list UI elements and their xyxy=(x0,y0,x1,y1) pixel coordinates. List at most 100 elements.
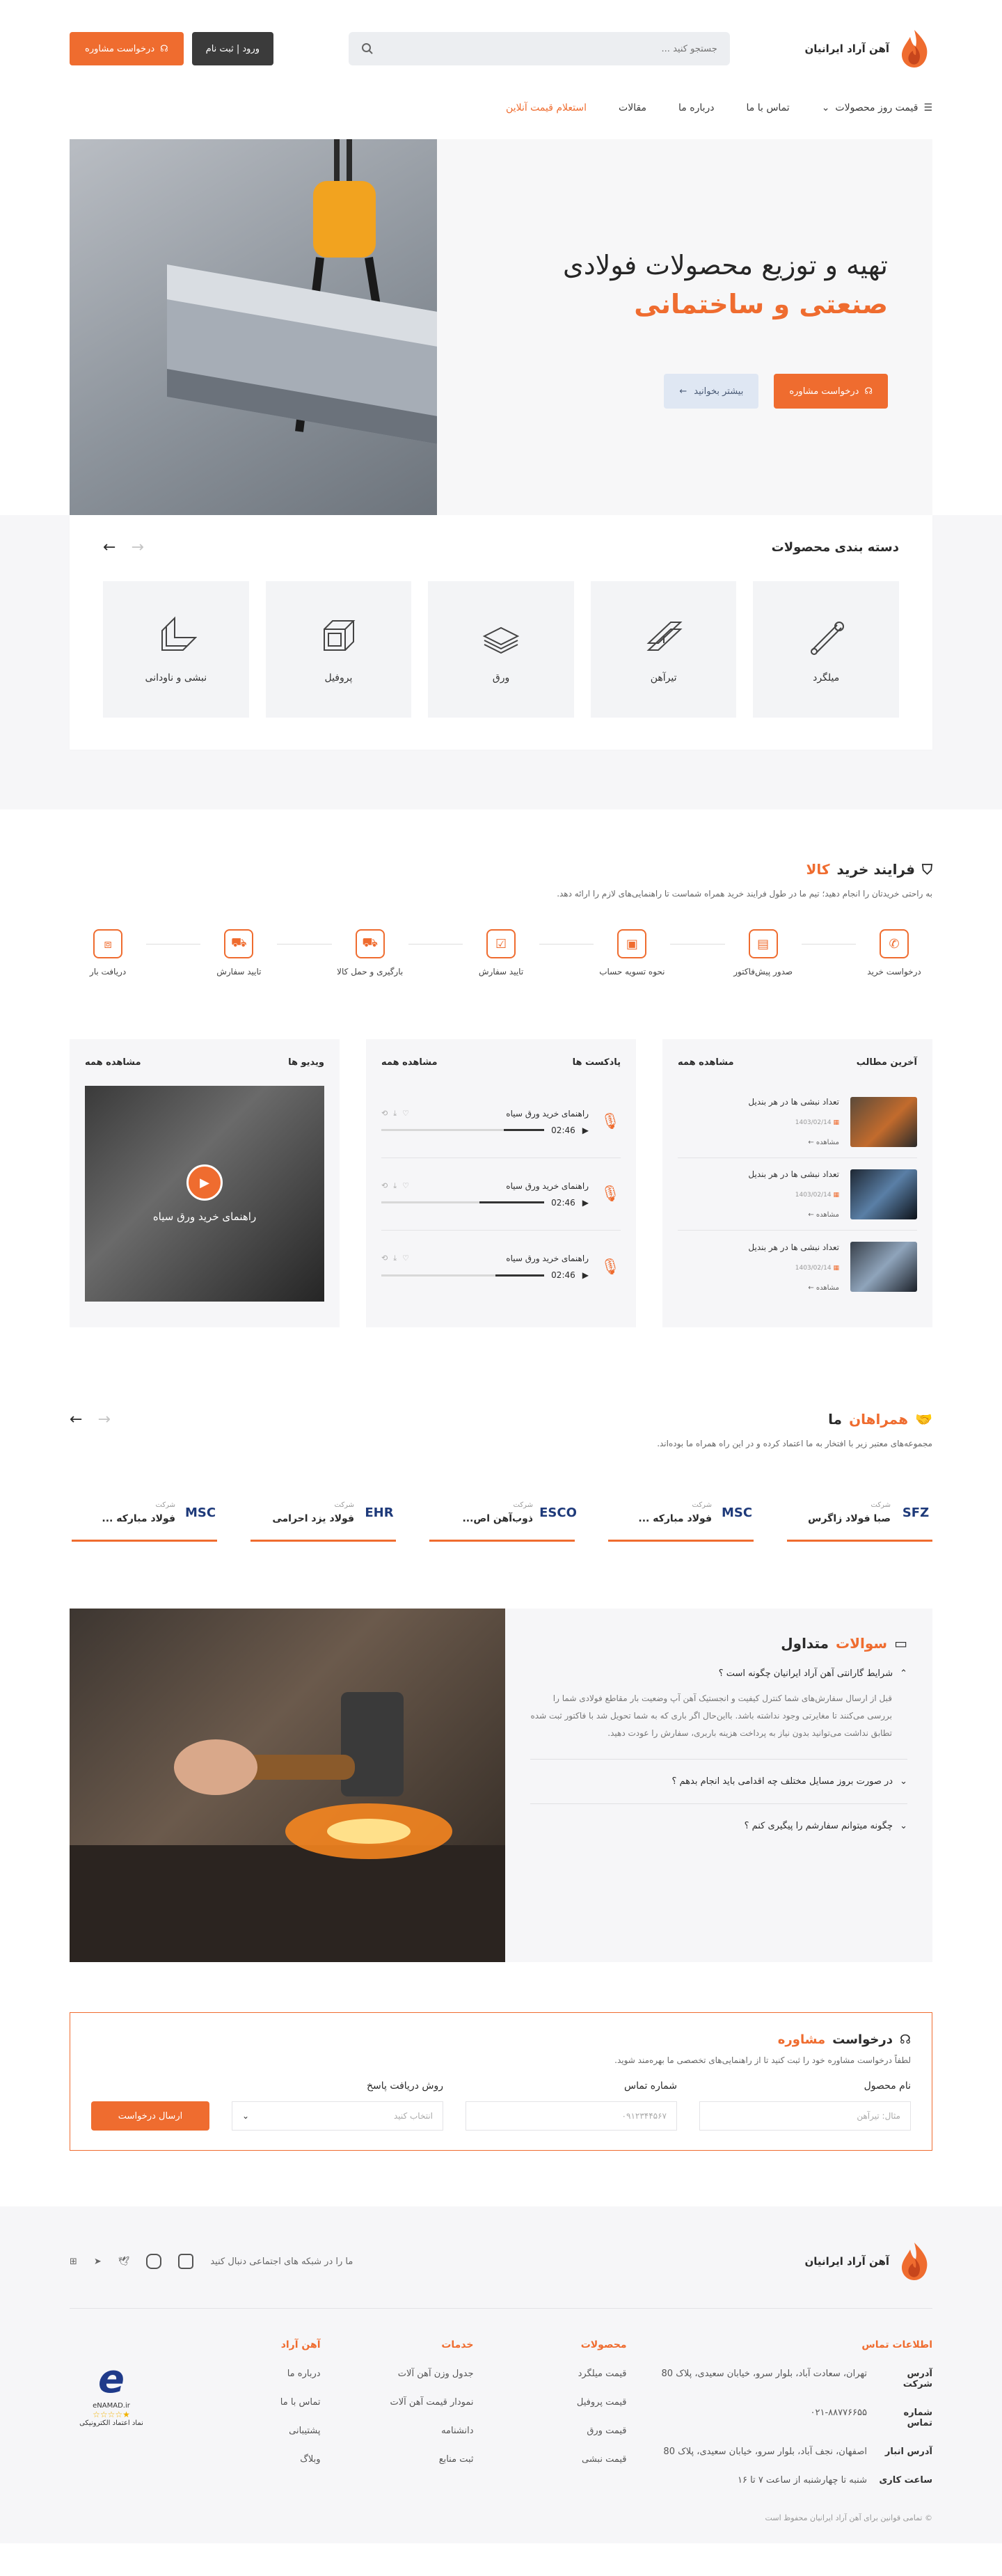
step-label: تایید سفارش xyxy=(216,967,262,977)
step-connector xyxy=(408,944,463,945)
phone-field[interactable]: ۰۹۱۲۳۴۴۵۶۷ xyxy=(466,2101,677,2131)
arrow-right-icon[interactable]: → xyxy=(97,1411,110,1428)
hero-consult-button[interactable]: ☊ درخواست مشاوره xyxy=(774,374,888,409)
articles-view-all-link[interactable]: مشاهده همه xyxy=(678,1057,734,1068)
faq-title-a: سوالات xyxy=(836,1635,888,1652)
search-bar[interactable] xyxy=(348,32,730,65)
search-input[interactable] xyxy=(380,43,717,54)
footer-link[interactable]: تماس با ما xyxy=(223,2397,321,2408)
category-rebar[interactable]: میلگرد xyxy=(753,581,899,718)
chevron-down-icon: ⌄ xyxy=(821,102,830,113)
partner-logo: ESCO xyxy=(539,1506,577,1520)
category-angle[interactable]: نبشی و ناودانی xyxy=(103,581,249,718)
videos-view-all-link[interactable]: مشاهده همه xyxy=(85,1057,141,1068)
podcast-actions[interactable]: ♡⤓⟲ xyxy=(381,1181,415,1191)
arrow-left-icon: ← xyxy=(808,1139,814,1146)
search-icon[interactable] xyxy=(361,42,374,55)
nav-item-articles[interactable]: مقالات xyxy=(619,102,646,113)
arrow-left-icon[interactable]: ← xyxy=(70,1411,82,1428)
podcast-actions[interactable]: ♡⤓⟲ xyxy=(381,1254,415,1263)
process-step: ▤ صدور پیش‌فاکتور xyxy=(725,929,802,977)
faq-item[interactable]: ⌄ چگونه میتوانم سفارشم را پیگیری کنم ؟ xyxy=(530,1804,907,1848)
nav-item-prices[interactable]: ☰ قیمت روز محصولات ⌄ xyxy=(822,102,932,113)
check-doc-icon: ☑ xyxy=(486,929,516,958)
media-row: آخرین مطالب مشاهده همه تعداد نبشی ها در … xyxy=(70,1039,932,1327)
logo[interactable]: آهن آراد ایرانیان xyxy=(804,29,932,69)
article-view-link[interactable]: مشاهده ← xyxy=(678,1284,839,1292)
category-sheet[interactable]: ورق xyxy=(428,581,574,718)
microphone-icon: 🎙 xyxy=(601,1185,620,1203)
process-step: ▣ نحوه تسویه حساب xyxy=(594,929,670,977)
article-item[interactable]: تعداد نبشی ها در هر بندیل ▦ 1403/02/14 م… xyxy=(678,1231,917,1303)
partner-type: شرکت xyxy=(692,1501,712,1509)
footer-link[interactable]: قیمت پروفیل xyxy=(509,2397,627,2408)
partner-item[interactable]: MSC شرکت فولاد مبارکه ... xyxy=(608,1493,754,1542)
process-step: ⛟ تایید سفارش xyxy=(200,929,277,977)
category-label: پروفیل xyxy=(324,672,353,683)
linkedin-icon[interactable] xyxy=(178,2254,194,2269)
podcast-actions[interactable]: ♡⤓⟲ xyxy=(381,1109,415,1119)
nav-item-contact[interactable]: تماس با ما xyxy=(747,102,790,113)
consult-button[interactable]: ☊ درخواست مشاوره xyxy=(70,32,184,65)
chevron-down-icon: ⌄ xyxy=(900,1776,907,1787)
podcast-progress[interactable] xyxy=(381,1274,545,1277)
footer-link[interactable]: قیمت میلگرد xyxy=(509,2369,627,2379)
microphone-icon: 🎙 xyxy=(601,1258,620,1276)
footer-arad: آهن آراد درباره ما تماس با ما پشتیبانی و… xyxy=(223,2339,321,2504)
enamad-subtext: نماد اعتماد الکترونیکی xyxy=(79,2419,143,2427)
footer-link[interactable]: درباره ما xyxy=(223,2369,321,2379)
play-icon[interactable]: ▶ xyxy=(186,1164,223,1201)
nav-item-online-price[interactable]: استعلام قیمت آنلاین xyxy=(506,102,587,113)
enamad-badge[interactable]: e eNAMAD.ir ★☆☆☆☆ نماد اعتماد الکترونیکی xyxy=(70,2339,153,2444)
category-beam[interactable]: تیرآهن xyxy=(590,581,737,718)
partner-item[interactable]: SFZ شرکت صبا فولاد زاگرس xyxy=(787,1493,932,1542)
article-view-link[interactable]: مشاهده ← xyxy=(678,1139,839,1146)
article-view-link[interactable]: مشاهده ← xyxy=(678,1211,839,1219)
play-icon[interactable]: ▶ xyxy=(582,1270,589,1280)
contact-key: ساعت کاری xyxy=(879,2475,932,2486)
footer-link[interactable]: جدول وزن آهن آلات xyxy=(356,2369,474,2379)
faq-item[interactable]: ⌄ در صورت بروز مسایل مختلف چه اقدامی باید… xyxy=(530,1760,907,1804)
footer-link[interactable]: قیمت ورق xyxy=(509,2426,626,2436)
twitter-icon[interactable]: 🕊 xyxy=(118,2257,130,2267)
submit-button[interactable]: ارسال درخواست xyxy=(91,2101,209,2131)
footer-link[interactable]: قیمت نبشی xyxy=(509,2454,627,2465)
instagram-icon[interactable] xyxy=(146,2254,162,2269)
method-select[interactable]: انتخاب کنید ⌄ xyxy=(232,2101,443,2131)
product-field[interactable]: مثال: تیرآهن xyxy=(699,2101,911,2131)
footer-link[interactable]: نمودار قیمت آهن آلات xyxy=(356,2397,474,2408)
nav-item-about[interactable]: درباره ما xyxy=(678,102,714,113)
footer-link[interactable]: دانشنامه xyxy=(356,2426,473,2436)
partner-item[interactable]: EHR شرکت فولاد یزد احرامی xyxy=(250,1493,396,1542)
articles-title: آخرین مطالب xyxy=(856,1057,917,1068)
arrow-right-icon[interactable]: → xyxy=(131,539,143,556)
footer-link[interactable]: وبلاگ xyxy=(223,2454,320,2465)
category-profile[interactable]: پروفیل xyxy=(265,581,412,718)
contact-value[interactable]: ۰۲۱-۸۸۷۷۶۶۵۵ xyxy=(811,2408,868,2428)
step-connector xyxy=(277,944,332,945)
arrow-left-icon[interactable]: ← xyxy=(103,539,116,556)
windows-icon[interactable]: ⊞ xyxy=(70,2257,77,2267)
play-icon[interactable]: ▶ xyxy=(582,1198,589,1208)
site-footer: آهن آراد ایرانیان ما را در شبکه های اجتم… xyxy=(0,2206,1002,2543)
podcasts-view-all-link[interactable]: مشاهده همه xyxy=(381,1057,438,1068)
partner-item[interactable]: MSC شرکت فولاد مبارکه ... xyxy=(72,1493,217,1542)
hero-more-button[interactable]: بیشتر بخوانید ← xyxy=(664,374,759,409)
article-item[interactable]: تعداد نبشی ها در هر بندیل ▦ 1403/02/14 م… xyxy=(678,1086,917,1158)
footer-logo[interactable]: آهن آراد ایرانیان xyxy=(804,2241,932,2282)
article-item[interactable]: تعداد نبشی ها در هر بندیل ▦ 1403/02/14 م… xyxy=(678,1158,917,1231)
footer-link[interactable]: پشتیبانی xyxy=(223,2426,320,2436)
faq-item[interactable]: ⌃ شرایط گارانتی آهن آراد ایرانیان چگونه ا… xyxy=(530,1652,907,1760)
partners-section: 🤝 همراهان ما مجموعه‌های معتبر زیر با افت… xyxy=(70,1411,932,1542)
podcast-title: راهنمای خرید ورق سیاه xyxy=(506,1108,589,1119)
partner-item[interactable]: ESCO شرکت ذوب‌آهن اص... xyxy=(429,1493,577,1542)
login-button[interactable]: ورود | ثبت نام xyxy=(191,32,274,65)
video-player[interactable]: ▶ راهنمای خرید ورق سیاه xyxy=(85,1086,324,1302)
podcast-progress[interactable] xyxy=(381,1201,545,1203)
angle-icon xyxy=(161,616,197,651)
podcast-progress[interactable] xyxy=(381,1129,545,1131)
play-icon[interactable]: ▶ xyxy=(582,1125,589,1135)
footer-link[interactable]: ثبت منابع xyxy=(356,2454,474,2465)
telegram-icon[interactable]: ➤ xyxy=(94,2257,102,2267)
arrow-left-icon: ← xyxy=(808,1283,814,1292)
